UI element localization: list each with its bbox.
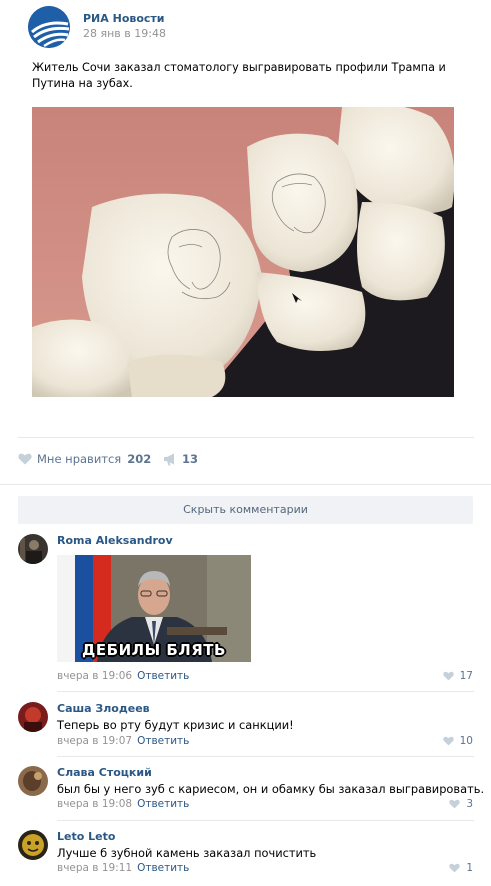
- comment-text: Теперь во рту будут кризис и санкции!: [57, 718, 294, 732]
- avatar[interactable]: [18, 830, 48, 860]
- comment-item: Слава Стоцкий был бы у него зуб с кариес…: [18, 766, 484, 816]
- share-button[interactable]: 13: [163, 452, 198, 466]
- share-count: 13: [182, 452, 199, 466]
- ria-logo-icon[interactable]: [28, 6, 70, 48]
- comment-time[interactable]: вчера в 19:11: [57, 862, 132, 874]
- reply-button[interactable]: Ответить: [137, 735, 189, 747]
- comment-item: Саша Злодеев Теперь во рту будут кризис …: [18, 702, 475, 752]
- heart-icon: [18, 453, 32, 465]
- comment-meta: вчера в 19:08 Ответить: [57, 798, 189, 810]
- heart-icon: [449, 863, 461, 873]
- megaphone-icon: [164, 453, 174, 465]
- comment-time[interactable]: вчера в 19:08: [57, 798, 132, 810]
- comment-like-button[interactable]: 3: [449, 798, 473, 810]
- comment-text: был бы у него зуб с кариесом, он и обамк…: [57, 782, 485, 796]
- comment-author[interactable]: Слава Стоцкий: [57, 766, 152, 779]
- comment-like-button[interactable]: 1: [449, 862, 473, 874]
- comment-author[interactable]: Leto Leto: [57, 830, 115, 843]
- comment-time[interactable]: вчера в 19:06: [57, 670, 132, 682]
- comment-author[interactable]: Саша Злодеев: [57, 702, 150, 715]
- post-date[interactable]: 28 янв в 19:48: [83, 27, 166, 40]
- like-button[interactable]: Мне нравится 202: [18, 452, 151, 466]
- post-text: Житель Сочи заказал стоматологу выгравир…: [32, 61, 446, 90]
- comment-meta: вчера в 19:11 Ответить: [57, 862, 189, 874]
- comment-text: Лучше б зубной камень заказал почистить: [57, 846, 317, 860]
- divider: [0, 484, 491, 485]
- reply-button[interactable]: Ответить: [137, 670, 189, 682]
- divider: [18, 437, 474, 438]
- reply-button[interactable]: Ответить: [137, 862, 189, 874]
- like-count: 202: [127, 452, 152, 466]
- hide-comments-button[interactable]: Скрыть комментарии: [18, 496, 473, 524]
- heart-icon: [442, 736, 454, 746]
- avatar[interactable]: [18, 702, 48, 732]
- divider: [57, 756, 474, 757]
- comment-like-count: 1: [466, 862, 473, 874]
- like-label: Мне нравится: [37, 452, 122, 466]
- comment-meta: вчера в 19:06 Ответить: [57, 670, 189, 682]
- heart-icon: [449, 799, 461, 809]
- avatar[interactable]: [18, 534, 48, 564]
- post-photo-teeth[interactable]: [32, 107, 454, 397]
- comment-author[interactable]: Roma Aleksandrov: [57, 534, 173, 547]
- comment-time[interactable]: вчера в 19:07: [57, 735, 132, 747]
- post-source-name[interactable]: РИА Новости: [83, 12, 165, 25]
- comment-meme-image[interactable]: ДЕБИЛЫ БЛЯТЬ: [57, 555, 251, 662]
- heart-icon: [442, 671, 454, 681]
- avatar[interactable]: [18, 766, 48, 796]
- meme-caption: ДЕБИЛЫ БЛЯТЬ: [82, 641, 226, 659]
- divider: [57, 820, 474, 821]
- reply-button[interactable]: Ответить: [137, 798, 189, 810]
- comment-like-button[interactable]: 17: [442, 670, 473, 682]
- comment-item: Roma Aleksandrov ДЕБИЛЫ БЛЯТЬ вчера в 19…: [18, 534, 475, 684]
- comment-item: Leto Leto Лучше б зубной камень заказал …: [18, 830, 475, 880]
- comment-like-button[interactable]: 10: [442, 735, 473, 747]
- comment-like-count: 17: [459, 670, 473, 682]
- comment-like-count: 3: [466, 798, 473, 810]
- comment-like-count: 10: [459, 735, 473, 747]
- divider: [57, 691, 474, 692]
- comment-meta: вчера в 19:07 Ответить: [57, 735, 189, 747]
